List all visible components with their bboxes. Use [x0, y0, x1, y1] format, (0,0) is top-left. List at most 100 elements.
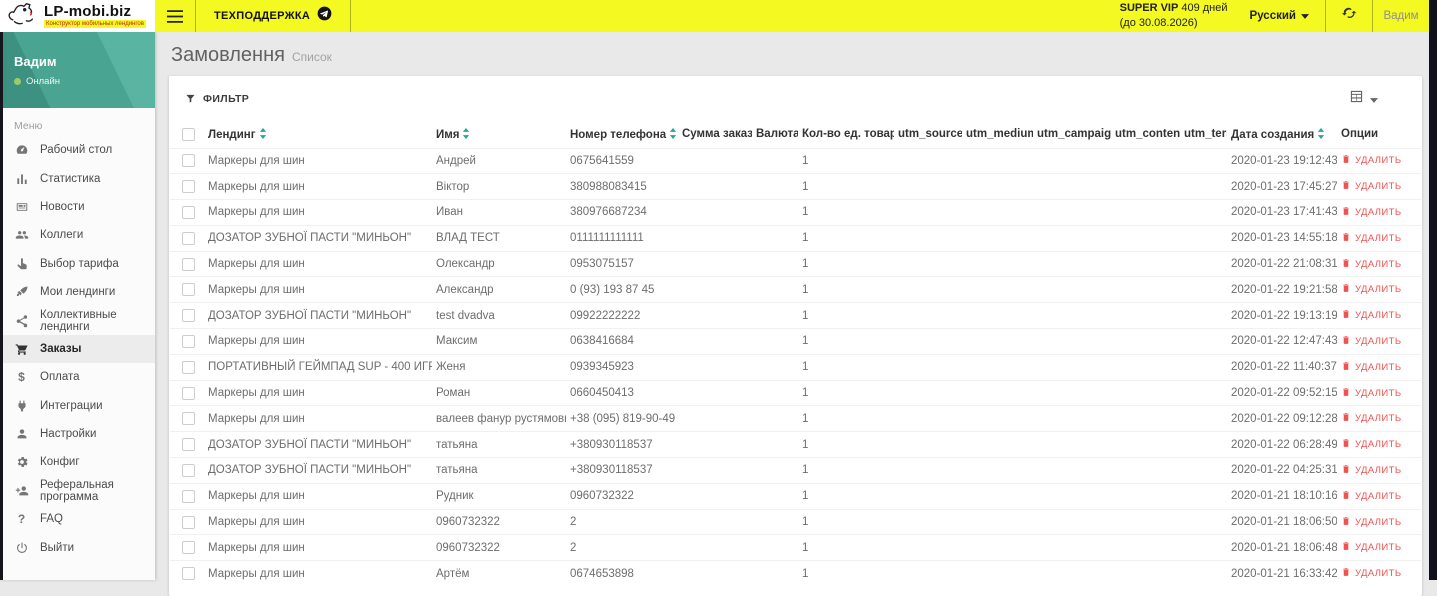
delete-button[interactable]: УДАЛИТЬ	[1341, 258, 1402, 271]
refresh-button[interactable]	[1326, 0, 1372, 32]
sidebar-item-share[interactable]: Коллективные лендинги	[0, 306, 155, 334]
delete-button[interactable]: УДАЛИТЬ	[1341, 464, 1402, 477]
cell-currency	[752, 508, 798, 535]
cell-landing: Маркеры для шин	[204, 147, 432, 174]
select-all-checkbox[interactable]	[182, 127, 195, 141]
row-checkbox[interactable]	[182, 205, 195, 219]
cell-name: Женя	[432, 353, 566, 381]
column-header-landing[interactable]: Лендинг	[204, 121, 432, 148]
delete-button[interactable]: УДАЛИТЬ	[1341, 180, 1402, 193]
tech-support-button[interactable]: ТЕХПОДДЕРЖКА	[196, 0, 350, 32]
sidebar-item-hand[interactable]: Выбор тарифа	[0, 250, 155, 278]
cell-currency	[752, 328, 798, 355]
row-checkbox[interactable]	[182, 489, 195, 503]
row-checkbox[interactable]	[182, 154, 195, 168]
column-header-name[interactable]: Имя	[432, 121, 566, 148]
row-checkbox[interactable]	[182, 334, 195, 348]
delete-label: УДАЛИТЬ	[1355, 439, 1402, 451]
table-row: Маркеры для шин Віктор 380988083415 1 20…	[170, 173, 1421, 200]
delete-button[interactable]: УДАЛИТЬ	[1341, 335, 1402, 348]
delete-button[interactable]: УДАЛИТЬ	[1341, 490, 1402, 503]
vertical-scrollbar[interactable]	[1429, 0, 1437, 580]
row-checkbox[interactable]	[182, 386, 195, 400]
sidebar-item-cart[interactable]: Заказы	[0, 334, 155, 364]
sidebar-item-power[interactable]: Выйти	[0, 533, 155, 561]
cell-landing: Маркеры для шин	[204, 173, 432, 200]
delete-label: УДАЛИТЬ	[1355, 206, 1402, 218]
sidebar-item-user[interactable]: Настройки	[0, 420, 155, 448]
topbar-username[interactable]: Вадим	[1373, 10, 1429, 22]
column-header-created[interactable]: Дата создания	[1227, 121, 1337, 148]
delete-button[interactable]: УДАЛИТЬ	[1341, 541, 1402, 554]
sidebar-item-stats[interactable]: Статистика	[0, 164, 155, 192]
sidebar-item-question[interactable]: ? FAQ	[0, 505, 155, 533]
language-selector[interactable]: Русский	[1250, 10, 1309, 22]
cell-name: татьяна	[432, 457, 566, 484]
row-checkbox[interactable]	[182, 180, 195, 194]
logo-subtitle: Конструктор мобильных лендингов	[44, 20, 146, 28]
delete-button[interactable]: УДАЛИТЬ	[1341, 438, 1402, 451]
row-checkbox[interactable]	[182, 360, 195, 374]
row-checkbox[interactable]	[182, 283, 195, 297]
sidebar-item-dashboard[interactable]: Рабочий стол	[0, 136, 155, 164]
table-row: Маркеры для шин Андрей 0675641559 1 2020…	[170, 147, 1421, 174]
delete-label: УДАЛИТЬ	[1355, 516, 1402, 528]
cell-name: Рудник	[432, 482, 566, 510]
delete-button[interactable]: УДАЛИТЬ	[1341, 154, 1402, 167]
cell-utm-medium	[962, 250, 1033, 277]
plan-until: (до 30.08.2026)	[1119, 17, 1198, 29]
row-checkbox[interactable]	[182, 309, 195, 323]
row-checkbox[interactable]	[182, 438, 195, 452]
window-left-edge	[0, 32, 3, 580]
row-checkbox[interactable]	[182, 231, 195, 245]
delete-button[interactable]: УДАЛИТЬ	[1341, 283, 1402, 296]
cell-utm-content	[1111, 147, 1180, 174]
cell-currency	[752, 173, 798, 200]
cell-utm-term	[1180, 534, 1227, 561]
sidebar-item-dollar[interactable]: $ Оплата	[0, 363, 155, 391]
delete-button[interactable]: УДАЛИТЬ	[1341, 412, 1402, 425]
delete-label: УДАЛИТЬ	[1355, 335, 1402, 347]
rocket-icon	[14, 285, 29, 299]
sidebar-item-label: Статистика	[40, 172, 101, 185]
trash-icon	[1341, 464, 1351, 477]
delete-button[interactable]: УДАЛИТЬ	[1341, 309, 1402, 322]
sidebar-item-news[interactable]: Новости	[0, 193, 155, 221]
row-checkbox[interactable]	[182, 567, 195, 581]
cell-order-sum	[678, 276, 752, 303]
column-header-phone[interactable]: Номер телефона	[566, 121, 678, 148]
sidebar-item-label: Реферальная программа	[40, 478, 114, 503]
sidebar-item-colleagues[interactable]: Коллеги	[0, 221, 155, 249]
delete-button[interactable]: УДАЛИТЬ	[1341, 387, 1402, 400]
delete-button[interactable]: УДАЛИТЬ	[1341, 361, 1402, 374]
cell-order-sum	[678, 457, 752, 484]
row-checkbox[interactable]	[182, 515, 195, 529]
cell-currency	[752, 302, 798, 329]
row-checkbox[interactable]	[182, 541, 195, 555]
table-row: Маркеры для шин Максим 0638416684 1 2020…	[170, 328, 1421, 355]
delete-button[interactable]: УДАЛИТЬ	[1341, 232, 1402, 245]
cell-utm-content	[1111, 482, 1180, 510]
delete-button[interactable]: УДАЛИТЬ	[1341, 516, 1402, 529]
app-logo[interactable]: LP-mobi.biz Конструктор мобильных лендин…	[0, 0, 155, 32]
row-checkbox[interactable]	[182, 463, 195, 477]
sidebar-item-gear[interactable]: Конфиг	[0, 448, 155, 476]
column-settings-button[interactable]	[1349, 89, 1378, 109]
delete-button[interactable]: УДАЛИТЬ	[1341, 567, 1402, 580]
table-row: Маркеры для шин 0960732322 2 1 2020-01-2…	[170, 508, 1421, 535]
sidebar-item-plug[interactable]: Интеграции	[0, 392, 155, 420]
cell-currency	[752, 534, 798, 561]
delete-button[interactable]: УДАЛИТЬ	[1341, 206, 1402, 219]
cell-utm-campaign	[1033, 199, 1111, 226]
filter-button[interactable]: ФИЛЬТР	[185, 93, 249, 105]
hamburger-menu-icon[interactable]	[167, 9, 183, 23]
sidebar-item-person-add[interactable]: Реферальная программа	[0, 477, 155, 505]
row-checkbox[interactable]	[182, 412, 195, 426]
cell-created: 2020-01-22 12:47:43	[1227, 328, 1337, 355]
sidebar-item-label: Мои лендинги	[40, 286, 116, 299]
plug-icon	[14, 399, 29, 413]
sidebar-item-rocket[interactable]: Мои лендинги	[0, 278, 155, 306]
power-icon	[14, 541, 29, 555]
cell-utm-medium	[962, 457, 1033, 484]
row-checkbox[interactable]	[182, 257, 195, 271]
